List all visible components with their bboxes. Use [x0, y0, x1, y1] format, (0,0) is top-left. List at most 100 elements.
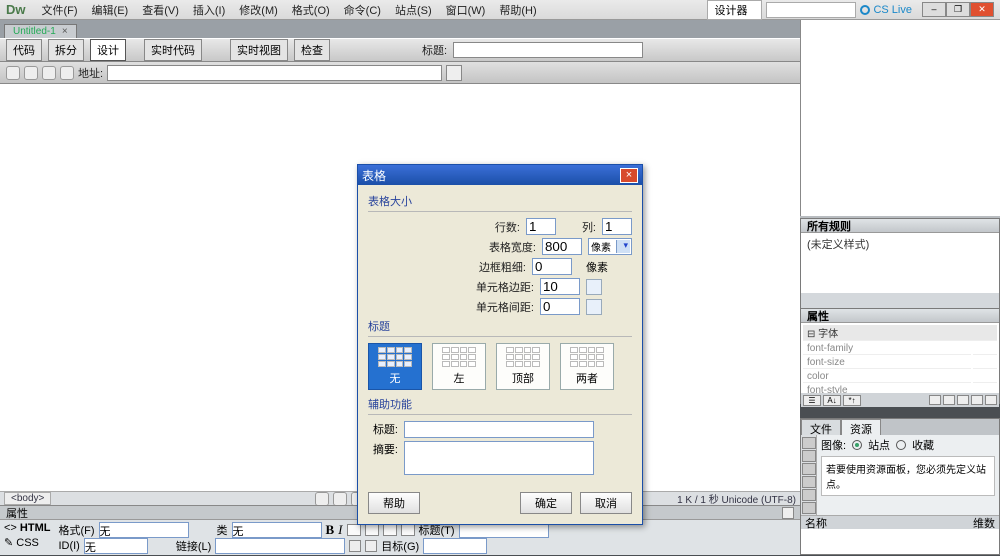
- html-mode-button[interactable]: <> HTML: [4, 522, 50, 534]
- target-select[interactable]: [423, 538, 487, 554]
- padding-label: 单元格边距:: [476, 279, 534, 295]
- menu-modify[interactable]: 修改(M): [233, 0, 284, 20]
- new-rule-icon[interactable]: [943, 395, 955, 405]
- document-tab-close[interactable]: ×: [62, 26, 68, 37]
- nav-forward-icon[interactable]: [24, 66, 38, 80]
- assets-favorites-radio[interactable]: [896, 440, 906, 450]
- menu-file[interactable]: 文件(F): [36, 0, 84, 20]
- search-input[interactable]: [766, 2, 856, 18]
- files-tab[interactable]: 文件: [801, 419, 841, 435]
- menu-bar: Dw 文件(F) 编辑(E) 查看(V) 插入(I) 修改(M) 格式(O) 命…: [0, 0, 1000, 20]
- disable-rule-icon[interactable]: [971, 395, 983, 405]
- dialog-close-button[interactable]: ×: [620, 168, 638, 183]
- menu-format[interactable]: 格式(O): [286, 0, 336, 20]
- width-unit-select[interactable]: 像素: [588, 238, 632, 255]
- view-code-button[interactable]: 代码: [6, 39, 42, 61]
- ul-icon[interactable]: [347, 524, 361, 536]
- ol-icon[interactable]: [365, 524, 379, 536]
- title-input[interactable]: [453, 42, 643, 58]
- refresh-icon[interactable]: [380, 42, 396, 58]
- caption-both-option[interactable]: 两者: [560, 343, 614, 390]
- border-input[interactable]: [532, 258, 572, 275]
- width-input[interactable]: [542, 238, 582, 255]
- nav-stop-icon[interactable]: [42, 66, 56, 80]
- menu-view[interactable]: 查看(V): [136, 0, 185, 20]
- css-mode-button[interactable]: ✎ CSS: [4, 536, 39, 549]
- address-input[interactable]: [107, 65, 442, 81]
- nav-home-icon[interactable]: [60, 66, 74, 80]
- help-button[interactable]: 帮助: [368, 492, 420, 514]
- menu-window[interactable]: 窗口(W): [440, 0, 492, 20]
- window-minimize[interactable]: –: [922, 2, 946, 17]
- caption-input[interactable]: [404, 421, 594, 438]
- window-close[interactable]: ✕: [970, 2, 994, 17]
- link-browse-icon[interactable]: [365, 540, 377, 552]
- view-split-button[interactable]: 拆分: [48, 39, 84, 61]
- assets-columns: 名称维数: [801, 515, 999, 529]
- ok-button[interactable]: 确定: [520, 492, 572, 514]
- bold-button[interactable]: B: [326, 522, 335, 538]
- workspace-switcher[interactable]: 设计器: [707, 0, 762, 20]
- assets-scripts-icon[interactable]: [802, 489, 816, 501]
- nav-back-icon[interactable]: [6, 66, 20, 80]
- hand-tool-icon[interactable]: [315, 492, 329, 506]
- options-icon[interactable]: [358, 42, 374, 58]
- globe-icon[interactable]: [336, 42, 352, 58]
- assets-templates-icon[interactable]: [802, 502, 816, 514]
- assets-tab[interactable]: 资源: [841, 419, 881, 435]
- assets-type-label: 图像:: [821, 437, 846, 453]
- assets-media-icon[interactable]: [802, 476, 816, 488]
- rows-label: 行数:: [495, 219, 520, 235]
- cslive-button[interactable]: CS Live: [860, 4, 912, 16]
- view-design-button[interactable]: 设计: [90, 39, 126, 61]
- padding-input[interactable]: [540, 278, 580, 295]
- assets-site-radio[interactable]: [852, 440, 862, 450]
- sort-az-button[interactable]: A↓: [823, 395, 841, 406]
- cols-input[interactable]: [602, 218, 632, 235]
- tag-selector[interactable]: <body>: [4, 492, 51, 505]
- assets-urls-icon[interactable]: [802, 463, 816, 475]
- target-label: 目标(G): [381, 538, 419, 554]
- id-select[interactable]: 无: [84, 538, 148, 554]
- livecode-icon[interactable]: [208, 42, 224, 58]
- caption-left-option[interactable]: 左: [432, 343, 486, 390]
- edit-rule-icon[interactable]: [957, 395, 969, 405]
- caption-top-option[interactable]: 顶部: [496, 343, 550, 390]
- window-restore[interactable]: ❐: [946, 2, 970, 17]
- summary-textarea[interactable]: [404, 441, 594, 475]
- menu-insert[interactable]: 插入(I): [187, 0, 231, 20]
- properties-menu-icon[interactable]: [782, 507, 794, 519]
- title-util-icon[interactable]: [649, 42, 665, 58]
- sort-category-button[interactable]: ☰: [803, 395, 821, 406]
- assets-images-icon[interactable]: [802, 437, 816, 449]
- italic-button[interactable]: I: [338, 522, 342, 538]
- live-view-button[interactable]: 实时视图: [230, 39, 288, 61]
- delete-rule-icon[interactable]: [985, 395, 997, 405]
- spacing-input[interactable]: [540, 298, 580, 315]
- outdent-icon[interactable]: [383, 524, 397, 536]
- menu-site[interactable]: 站点(S): [389, 0, 438, 20]
- menu-help[interactable]: 帮助(H): [493, 0, 542, 20]
- select-tool-icon[interactable]: [333, 492, 347, 506]
- class-select[interactable]: 无: [232, 522, 322, 538]
- caption-none-option[interactable]: 无: [368, 343, 422, 390]
- indent-icon[interactable]: [401, 524, 415, 536]
- cols-label: 列:: [582, 219, 596, 235]
- format-select[interactable]: 无: [99, 522, 189, 538]
- link-select[interactable]: [215, 538, 345, 554]
- cancel-button[interactable]: 取消: [580, 492, 632, 514]
- assets-colors-icon[interactable]: [802, 450, 816, 462]
- rows-input[interactable]: [526, 218, 556, 235]
- sort-set-button[interactable]: *↑: [843, 395, 861, 406]
- document-tab[interactable]: Untitled-1 ×: [4, 24, 77, 38]
- address-dropdown[interactable]: [446, 65, 462, 81]
- menu-commands[interactable]: 命令(C): [338, 0, 387, 20]
- live-code-button[interactable]: 实时代码: [144, 39, 202, 61]
- menu-edit[interactable]: 编辑(E): [86, 0, 135, 20]
- dialog-titlebar[interactable]: 表格 ×: [358, 165, 642, 185]
- attach-css-icon[interactable]: [929, 395, 941, 405]
- css-properties-header[interactable]: 属性: [801, 309, 999, 323]
- inspect-button[interactable]: 检查: [294, 39, 330, 61]
- link-point-icon[interactable]: [349, 540, 361, 552]
- css-rules-header[interactable]: 所有规则: [801, 219, 999, 233]
